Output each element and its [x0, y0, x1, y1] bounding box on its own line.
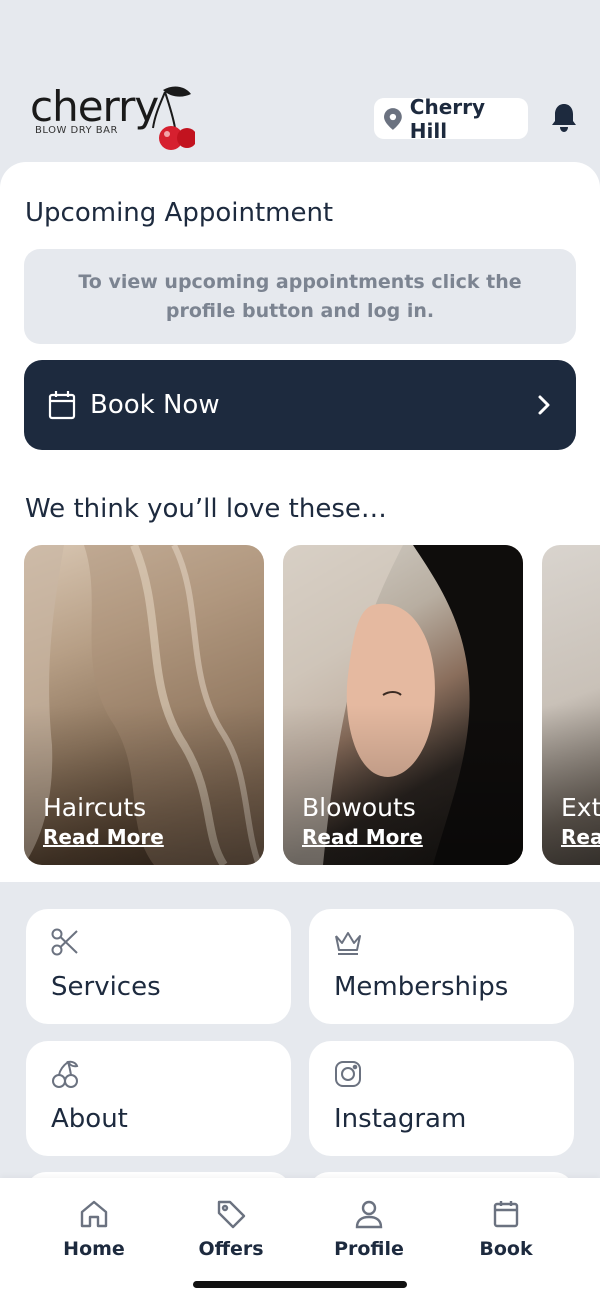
about-button[interactable]: About [26, 1041, 291, 1156]
nav-offers-label: Offers [198, 1238, 264, 1260]
scissors-icon [51, 928, 78, 956]
about-label: About [51, 1104, 128, 1134]
tag-icon [217, 1200, 246, 1229]
nav-profile[interactable]: Profile [309, 1198, 429, 1260]
nav-home[interactable]: Home [34, 1198, 154, 1260]
cherry-logo-icon [152, 86, 195, 150]
nav-offers[interactable]: Offers [171, 1198, 291, 1260]
map-pin-icon [384, 107, 402, 130]
location-selector[interactable]: Cherry Hill [374, 95, 528, 143]
book-now-label: Book Now [90, 390, 220, 420]
memberships-button[interactable]: Memberships [309, 909, 574, 1024]
logo-subtitle: BLOW DRY BAR [35, 125, 118, 136]
bell-icon[interactable] [550, 102, 578, 132]
chevron-right-icon [538, 395, 550, 415]
login-notice: To view upcoming appointments click the … [24, 249, 576, 344]
nav-profile-label: Profile [334, 1238, 404, 1260]
services-button[interactable]: Services [26, 909, 291, 1024]
location-name: Cherry Hill [409, 94, 486, 143]
brand-logo[interactable]: cherry BLOW DRY BAR [30, 82, 195, 154]
card-title: Haircuts [43, 793, 147, 822]
instagram-icon [335, 1061, 361, 1087]
card-title: Exte [561, 793, 600, 822]
book-now-button[interactable]: Book Now [24, 360, 576, 450]
read-more-link[interactable]: Rea [561, 825, 600, 849]
home-icon [80, 1200, 108, 1228]
instagram-label: Instagram [334, 1104, 467, 1134]
card-title: Blowouts [302, 793, 416, 822]
home-indicator[interactable] [193, 1281, 407, 1288]
recommendation-card-haircuts[interactable]: Haircuts Read More [24, 545, 264, 865]
upcoming-title: Upcoming Appointment [25, 198, 334, 228]
memberships-label: Memberships [334, 972, 509, 1002]
nav-home-label: Home [63, 1238, 125, 1260]
app-header: cherry BLOW DRY BAR Cherry Hill [0, 0, 600, 175]
read-more-link[interactable]: Read More [43, 825, 164, 849]
user-icon [355, 1200, 383, 1229]
main-card: Upcoming Appointment To view upcoming ap… [0, 162, 600, 882]
read-more-link[interactable]: Read More [302, 825, 423, 849]
nav-book[interactable]: Book [446, 1198, 566, 1260]
crown-icon [335, 932, 361, 955]
recommendations-title: We think you’ll love these… [25, 494, 387, 524]
recommendations-carousel[interactable]: Haircuts Read More Blowouts Read More Ex… [0, 545, 600, 865]
nav-book-label: Book [479, 1238, 533, 1260]
calendar-icon [48, 391, 76, 420]
recommendation-card-extensions[interactable]: Exte Rea [542, 545, 600, 865]
instagram-button[interactable]: Instagram [309, 1041, 574, 1156]
recommendation-card-blowouts[interactable]: Blowouts Read More [283, 545, 523, 865]
services-label: Services [51, 972, 161, 1002]
calendar-icon [493, 1201, 519, 1228]
cherry-icon [52, 1060, 79, 1088]
